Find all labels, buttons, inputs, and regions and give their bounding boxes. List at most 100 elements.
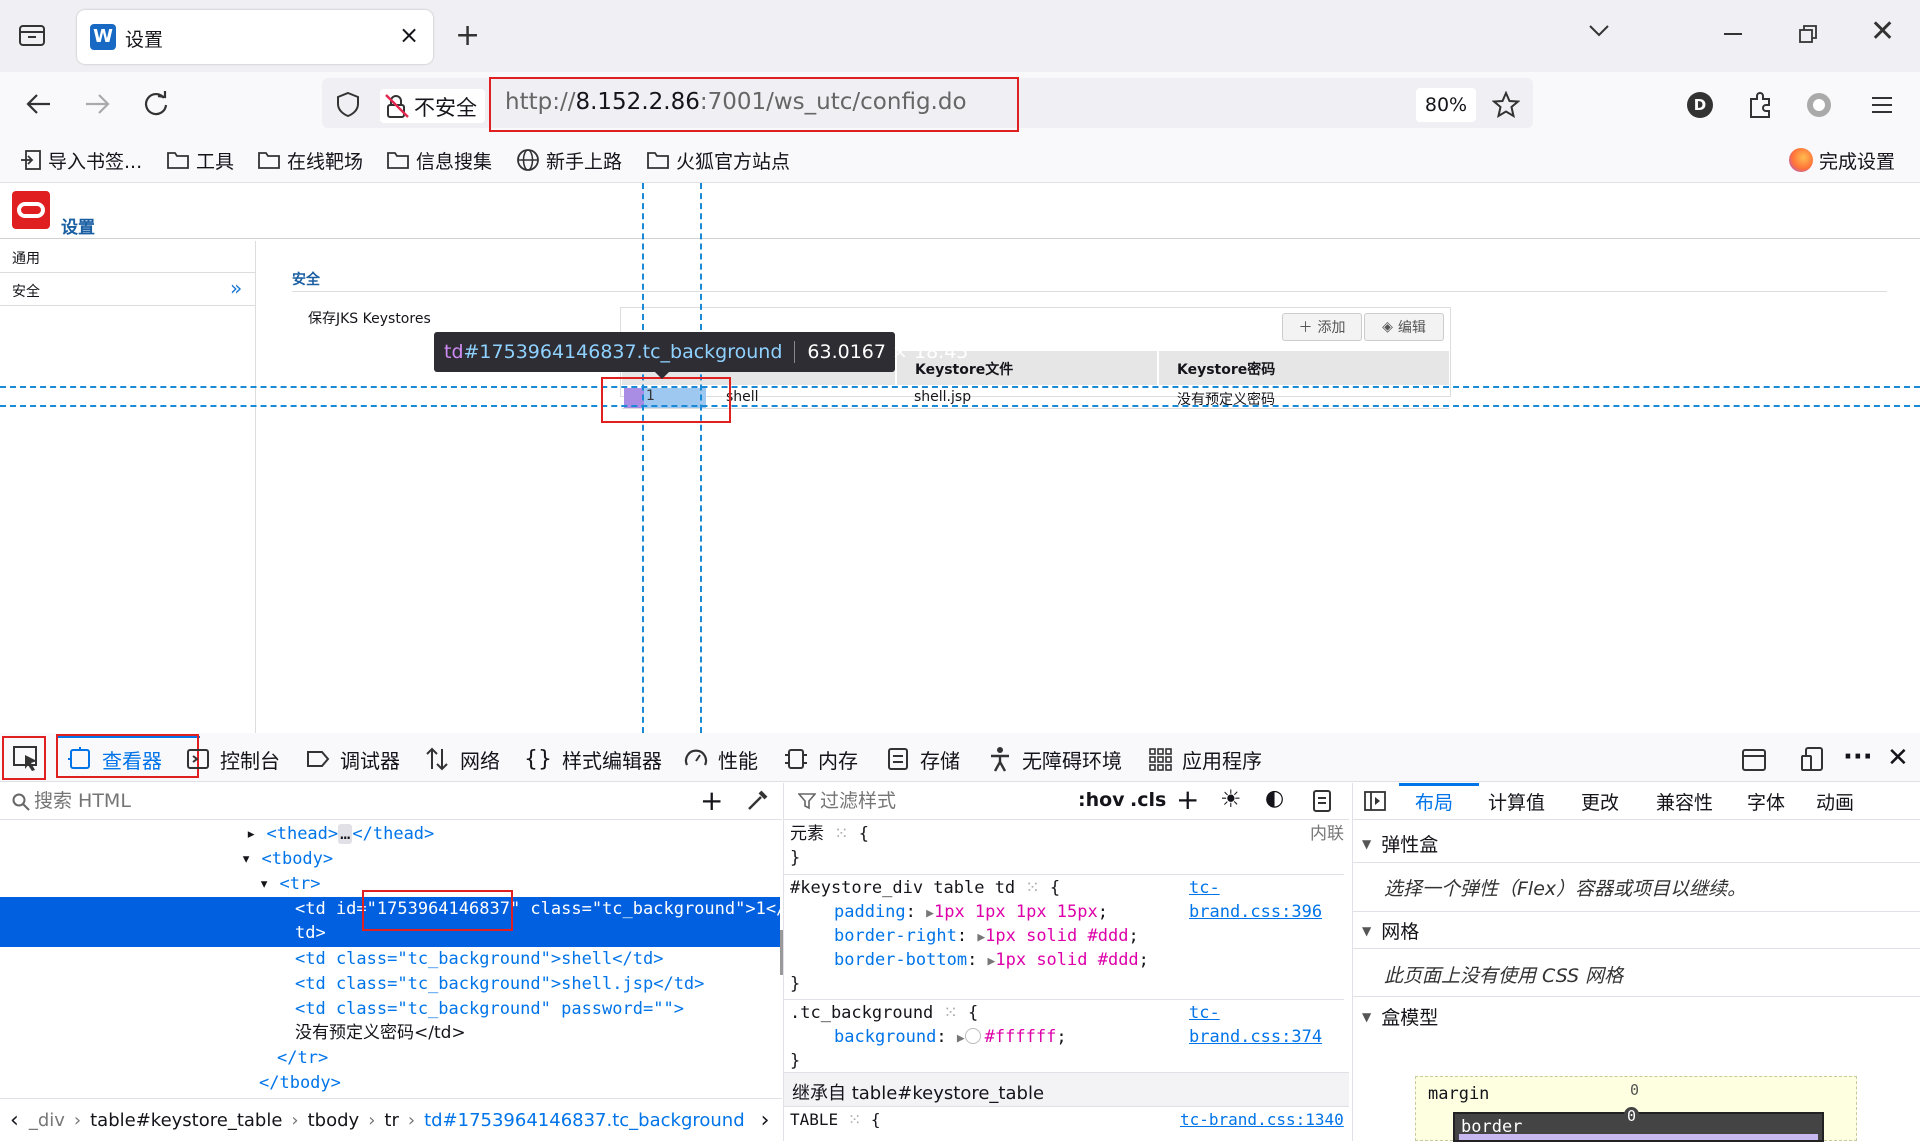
tab-overview-icon[interactable] [18,22,46,48]
bookmark-getting-started[interactable]: 新手上路 [516,146,622,174]
bookmark-import[interactable]: 导入书签... [20,146,142,174]
rule-property[interactable]: padding: ▶1px 1px 1px 15px; [834,900,1108,926]
tab-debugger[interactable]: 调试器 [306,744,400,774]
rule-source-link[interactable]: tc-brand.css:396 [1189,876,1345,924]
more-options-icon[interactable]: ··· [1843,742,1873,772]
breadcrumb-item[interactable]: tr [384,1110,398,1131]
rule-1[interactable]: #keystore_div table td ⁙ { [790,876,1060,900]
shield-icon[interactable] [336,91,360,117]
responsive-design-icon[interactable] [1800,746,1826,772]
tab-memory[interactable]: 内存 [784,744,858,774]
chevron-left-icon[interactable]: ‹ [10,1108,19,1133]
box-model-margin[interactable]: margin 0 border 0 [1415,1076,1857,1142]
filter-styles-input[interactable] [820,787,1040,815]
sidebar-toggle-icon[interactable] [1364,791,1386,811]
tab-console[interactable]: 控制台 [186,744,280,774]
back-icon[interactable] [26,93,52,115]
new-tab-button[interactable]: + [455,18,480,53]
tab-layout[interactable]: 布局 [1415,788,1453,815]
sidebar-item-security[interactable]: 安全 » [0,274,256,306]
html-node-td[interactable]: <td class="tc_background">shell.jsp</td> [295,972,704,997]
tab-performance[interactable]: 性能 [684,744,758,774]
html-node-td[interactable]: <td class="tc_background">shell</td> [295,947,663,972]
zoom-indicator[interactable]: 80% [1416,88,1476,122]
tab-accessibility[interactable]: 无障碍环境 [988,744,1122,774]
tab-computed[interactable]: 计算值 [1488,788,1545,815]
sidebar-item-general[interactable]: 通用 [0,241,256,273]
rule-2[interactable]: .tc_background ⁙ { [790,1001,978,1025]
add-rule-icon[interactable]: + [1176,783,1199,816]
profile-avatar[interactable]: D [1687,92,1713,118]
list-all-tabs-icon[interactable] [1588,24,1610,38]
rule-3[interactable]: TABLE ⁙ { [790,1110,880,1129]
menu-icon[interactable] [1871,95,1893,115]
chevron-right-icon[interactable]: › [761,1108,770,1133]
tab-fonts[interactable]: 字体 [1747,788,1785,815]
tab-style-editor[interactable]: {} 样式编辑器 [524,744,662,774]
tab-animations[interactable]: 动画 [1816,788,1854,815]
rule-element[interactable]: 元素 ⁙ { [790,822,869,846]
close-tab-icon[interactable]: × [399,21,419,49]
extension-circle-icon[interactable] [1807,93,1831,117]
tab-storage[interactable]: 存储 [886,744,960,774]
rule-property[interactable]: border-right: ▶1px solid #ddd; [834,924,1139,950]
add-node-icon[interactable]: + [700,784,723,817]
url-highlight-box [489,77,1019,132]
edit-button[interactable]: ◈ 编辑 [1364,313,1444,341]
cls-toggle[interactable]: .cls [1130,789,1166,811]
html-node-tbody-close[interactable]: </tbody> [259,1071,341,1096]
grid-section-header[interactable]: ▼ 网格 [1362,917,1419,944]
box-model-border[interactable]: border 0 [1453,1107,1824,1142]
rule-source-link[interactable]: tc-brand.css:374 [1189,1001,1345,1049]
breadcrumb-item[interactable]: table#keystore_table [90,1110,282,1131]
accessibility-icon [991,747,1009,772]
eyedropper-icon[interactable] [746,788,770,812]
box-model-section-header[interactable]: ▼ 盒模型 [1362,1003,1438,1030]
html-node-td[interactable]: <td class="tc_background" password=""> [295,997,684,1022]
browser-tab[interactable]: W 设置 × [77,10,433,64]
html-node-thead[interactable]: ▸ <thead>… </thead> [246,822,434,847]
html-node-tbody[interactable]: ▾ <tbody> [241,847,333,872]
margin-value[interactable]: 0 [1630,1081,1639,1099]
restore-icon[interactable] [1799,25,1817,43]
breadcrumb-item[interactable]: tbody [308,1110,360,1131]
rule-property[interactable]: border-bottom: ▶1px solid #ddd; [834,948,1149,974]
hov-toggle[interactable]: :hov [1078,789,1125,811]
html-node-tr-close[interactable]: </tr> [277,1046,328,1071]
close-devtools-icon[interactable]: ✕ [1887,743,1909,773]
tab-network[interactable]: 网络 [424,744,500,774]
security-indicator[interactable]: 不安全 [380,89,485,123]
tab-application[interactable]: 应用程序 [1148,744,1262,774]
html-node-tr[interactable]: ▾ <tr> [259,872,320,897]
forward-icon[interactable] [84,93,110,115]
print-media-icon[interactable] [1312,789,1332,813]
reload-icon[interactable] [142,90,170,118]
rule-property[interactable]: background: ▶ #ffffff; [834,1025,1067,1051]
minimize-icon[interactable] [1724,33,1742,35]
search-html-input[interactable] [34,787,684,815]
finish-setup-link[interactable]: 完成设置 [1789,146,1895,174]
tab-compatibility[interactable]: 兼容性 [1656,788,1713,815]
flexbox-section-header[interactable]: ▼ 弹性盒 [1362,830,1438,857]
extensions-icon[interactable] [1747,91,1773,119]
rule-source-link[interactable]: tc-brand.css:1340 [1180,1110,1344,1129]
breadcrumb-item-active[interactable]: td#1753964146837.tc_background [424,1110,745,1131]
node-text: " class="tc_background">1</ [509,899,787,919]
bookmark-star-icon[interactable] [1492,91,1520,119]
dock-layout-icon[interactable] [1741,748,1767,772]
light-mode-icon[interactable]: ☀ [1220,785,1242,813]
color-swatch[interactable] [964,1028,981,1044]
bookmark-firefox-site[interactable]: 火狐官方站点 [646,146,790,174]
bookmark-tools[interactable]: 工具 [166,146,234,174]
breadcrumb-item[interactable]: _div [29,1110,65,1131]
bookmark-online-range[interactable]: 在线靶场 [257,146,363,174]
dark-mode-icon[interactable]: ◐ [1265,786,1284,811]
border-value[interactable]: 0 [1624,1107,1640,1125]
tab-changes[interactable]: 更改 [1581,788,1619,815]
node-text: <td class="tc_background">shell</td> [295,949,664,969]
import-icon [21,150,41,170]
add-button[interactable]: ＋添加 [1282,313,1362,341]
bookmark-info-gathering[interactable]: 信息搜集 [386,146,492,174]
close-window-icon[interactable]: ✕ [1870,14,1895,49]
insecure-lock-icon [384,93,410,119]
